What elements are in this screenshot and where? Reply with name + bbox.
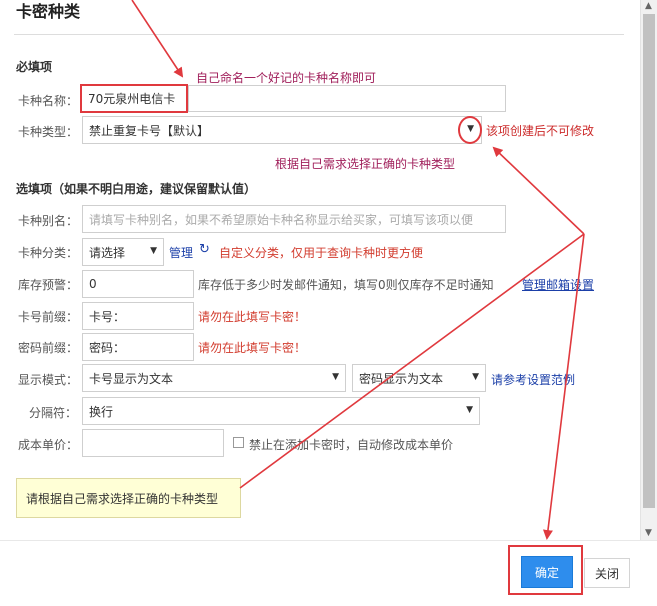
card-name-label: 卡种名称： [18,94,79,108]
vertical-scrollbar[interactable]: ▲ ▼ [640,0,657,540]
password-display-value: 密码显示为文本 [359,371,444,386]
password-prefix-warning: 请勿在此填写卡密！ [198,341,307,355]
alias-label: 卡种别名： [18,214,79,228]
email-settings-link[interactable]: 管理邮箱设置 [522,276,594,293]
category-hint: 自定义分类，仅用于查询卡种时更方便 [219,246,424,260]
chevron-down-icon: ▼ [472,372,479,382]
confirm-button[interactable]: 确定 [521,556,573,588]
card-name-input-extension[interactable] [188,85,506,112]
card-name-input[interactable]: 70元泉州电信卡 [80,84,188,113]
tip-text: 请根据自己需求选择正确的卡种类型 [26,491,219,506]
stock-alert-input[interactable]: 0 [82,270,194,298]
card-type-annotation: 该项创建后不可修改 [486,124,595,138]
scroll-thumb[interactable] [643,14,655,508]
lock-unit-cost-label: 禁止在添加卡密时，自动修改成本单价 [249,438,454,452]
tip-box: 请根据自己需求选择正确的卡种类型 [16,478,241,518]
alias-input[interactable]: 请填写卡种别名，如果不希望原始卡种名称显示给买家，可填写该项以便 [82,205,506,233]
chevron-down-icon: ▼ [332,372,339,382]
card-display-select[interactable]: 卡号显示为文本 ▼ [82,364,346,392]
card-type-value: 禁止重复卡号【默认】 [89,123,210,138]
card-prefix-input[interactable]: 卡号： [82,302,194,330]
card-prefix-warning: 请勿在此填写卡密！ [198,310,307,324]
card-type-note: 根据自己需求选择正确的卡种类型 [275,157,456,171]
password-display-select[interactable]: 密码显示为文本 ▼ [352,364,486,392]
card-type-dialog: 卡密种类 ▲ ▼ 必填项 卡种名称： 70元泉州电信卡 自己命名一个好记的卡种名… [0,0,657,606]
password-prefix-input[interactable]: 密码： [82,333,194,361]
stock-alert-hint: 库存低于多少时发邮件通知，填写0则仅库存不足时通知 [198,278,494,292]
unit-cost-label: 成本单价： [18,438,79,452]
stock-alert-label: 库存预警： [18,278,79,292]
arrow-to-card-type [492,146,585,235]
separator-value: 换行 [89,404,114,419]
scroll-down-icon[interactable]: ▼ [645,528,652,538]
password-prefix-label: 密码前缀： [18,341,79,355]
lock-unit-cost-checkbox[interactable] [233,437,244,448]
category-label: 卡种分类： [18,246,79,260]
card-type-label: 卡种类型： [18,125,79,139]
annotation-circle [458,116,482,144]
manage-category-link[interactable]: 管理 [169,244,193,261]
close-button[interactable]: 关闭 [584,558,630,588]
card-type-select[interactable]: 禁止重复卡号【默认】 ▼ [82,116,482,144]
dialog-title: 卡密种类 [16,2,81,21]
title-divider [14,34,624,35]
chevron-down-icon: ▼ [466,405,473,415]
category-select[interactable]: 请选择 ▼ [82,238,164,266]
separator-select[interactable]: 换行 ▼ [82,397,480,425]
refresh-icon[interactable]: ↻ [199,242,210,257]
card-display-value: 卡号显示为文本 [89,371,174,386]
required-section-heading: 必填项 [16,60,53,74]
arrow-to-card-name [131,0,184,78]
unit-cost-input[interactable] [82,429,224,457]
separator-label: 分隔符： [29,406,78,420]
display-mode-label: 显示模式： [18,373,79,387]
scroll-up-icon[interactable]: ▲ [645,1,652,11]
category-value: 请选择 [89,245,126,260]
display-example-link[interactable]: 请参考设置范例 [491,371,575,388]
optional-section-heading: 选填项（如果不明白用途，建议保留默认值） [16,182,257,196]
chevron-down-icon: ▼ [150,246,157,256]
card-prefix-label: 卡号前缀： [18,310,79,324]
card-name-annotation: 自己命名一个好记的卡种名称即可 [196,71,377,85]
